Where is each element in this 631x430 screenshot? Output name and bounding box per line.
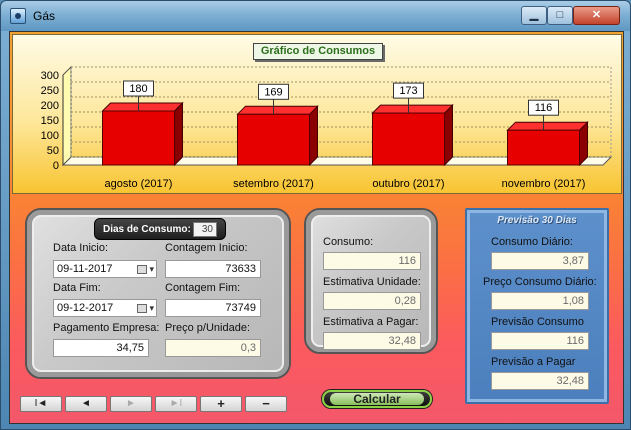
pagamento-label: Pagamento Empresa:	[53, 322, 160, 334]
minimize-button[interactable]: ▁	[521, 6, 547, 25]
bar-top	[101, 102, 184, 112]
estimativa-unidade-label: Estimativa Unidade:	[323, 276, 421, 288]
forecast-title: Previsão 30 Dias	[497, 215, 577, 226]
bar-side	[444, 103, 453, 167]
bar	[237, 113, 310, 166]
app-window: Gás ▁ □ ✕ 300 250 200 150 100 50 0 180 agosto (2…	[0, 0, 631, 430]
delete-record-button[interactable]: −	[245, 396, 287, 412]
y-tick-label: 300	[41, 70, 59, 82]
data-fim-field[interactable]: 09-12-2017 ▾	[53, 299, 157, 317]
chart-title: Gráfico de Consumos	[253, 43, 383, 60]
preco-unidade-field: 0,3	[165, 339, 261, 357]
data-label: 173	[399, 85, 417, 97]
prev-record-button[interactable]: ◄	[65, 396, 107, 412]
previsao-pagar-field: 32,48	[491, 372, 589, 390]
first-record-button[interactable]: I◄	[20, 396, 62, 412]
forecast-panel: Previsão 30 Dias Consumo Diário: 3,87 Pr…	[465, 208, 609, 404]
consumo-diario-field: 3,87	[491, 252, 589, 270]
consumo-diario-label: Consumo Diário:	[491, 236, 573, 248]
contagem-fim-field[interactable]: 73749	[165, 299, 261, 317]
window-title: Gás	[33, 9, 56, 23]
data-fim-value: 09-12-2017	[57, 302, 114, 314]
dias-consumo-value: 30	[193, 222, 217, 237]
client-area: 300 250 200 150 100 50 0 180 agosto (2017) 169 set…	[9, 31, 624, 424]
y-tick-label: 100	[41, 130, 59, 142]
data-label: 180	[129, 83, 147, 95]
y-tick-label: 0	[53, 160, 59, 172]
consumo-field: 116	[323, 252, 421, 270]
previsao-consumo-field: 116	[491, 332, 589, 350]
y-tick-label: 150	[41, 115, 59, 127]
contagem-inicio-label: Contagem Inicio:	[165, 242, 248, 254]
y-tick-label: 200	[41, 100, 59, 112]
previsao-consumo-label: Previsão Consumo	[491, 316, 584, 328]
calcular-button[interactable]: Calcular	[322, 390, 432, 408]
x-tick-label: agosto (2017)	[105, 178, 173, 190]
y-tick-label: 250	[41, 85, 59, 97]
y-tick-label: 50	[47, 145, 59, 157]
data-inicio-calendar-icon[interactable]: ▾	[132, 263, 154, 275]
add-record-button[interactable]: +	[200, 396, 242, 412]
next-record-button[interactable]: ►	[110, 396, 152, 412]
data-fim-label: Data Fim:	[53, 282, 101, 294]
dias-consumo-box: Dias de Consumo: 30	[94, 218, 226, 240]
bar-top	[236, 105, 319, 115]
estimativa-pagar-label: Estimativa a Pagar:	[323, 316, 419, 328]
x-tick-label: novembro (2017)	[502, 178, 586, 190]
close-button[interactable]: ✕	[573, 6, 620, 25]
title-bar[interactable]: Gás ▁ □ ✕	[1, 1, 630, 31]
contagem-fim-label: Contagem Fim:	[165, 282, 241, 294]
data-label: 116	[535, 102, 553, 114]
bar-top	[506, 121, 589, 131]
bar	[102, 110, 175, 166]
consumption-chart: 300 250 200 150 100 50 0 180 agosto (2017) 169 set…	[12, 34, 622, 194]
calcular-label: Calcular	[330, 393, 424, 405]
previsao-pagar-label: Previsão a Pagar	[491, 356, 576, 368]
x-tick-label: outubro (2017)	[372, 178, 444, 190]
dias-consumo-label: Dias de Consumo:	[103, 224, 191, 235]
bar-side	[309, 105, 318, 167]
pagamento-field[interactable]: 34,75	[53, 339, 149, 357]
last-record-button[interactable]: ►I	[155, 396, 197, 412]
consumo-label: Consumo:	[323, 236, 374, 248]
x-tick-label: setembro (2017)	[233, 178, 314, 190]
estimate-panel: Consumo: 116 Estimativa Unidade: 0,28 Es…	[304, 208, 438, 354]
app-icon	[10, 8, 26, 24]
data-inicio-value: 09-11-2017	[57, 263, 113, 275]
estimativa-pagar-field: 32,48	[323, 332, 421, 350]
bar-side	[174, 101, 183, 167]
preco-unidade-label: Preço p/Unidade:	[165, 322, 250, 334]
reading-panel: Dias de Consumo: 30 Data Inicio: 09-11-2…	[25, 208, 291, 379]
data-inicio-label: Data Inicio:	[53, 242, 109, 254]
contagem-inicio-field[interactable]: 73633	[165, 260, 261, 278]
estimativa-unidade-field: 0,28	[323, 292, 421, 310]
data-fim-calendar-icon[interactable]: ▾	[132, 302, 154, 314]
preco-consumo-diario-field: 1,08	[491, 292, 589, 310]
data-inicio-field[interactable]: 09-11-2017 ▾	[53, 260, 157, 278]
maximize-button[interactable]: □	[547, 6, 573, 25]
bar	[507, 129, 580, 166]
data-label: 169	[264, 86, 282, 98]
bar	[372, 112, 445, 166]
bar-top	[371, 104, 454, 114]
preco-consumo-diario-label: Preço Consumo Diário:	[483, 276, 597, 288]
chart-left-wall	[62, 65, 72, 167]
